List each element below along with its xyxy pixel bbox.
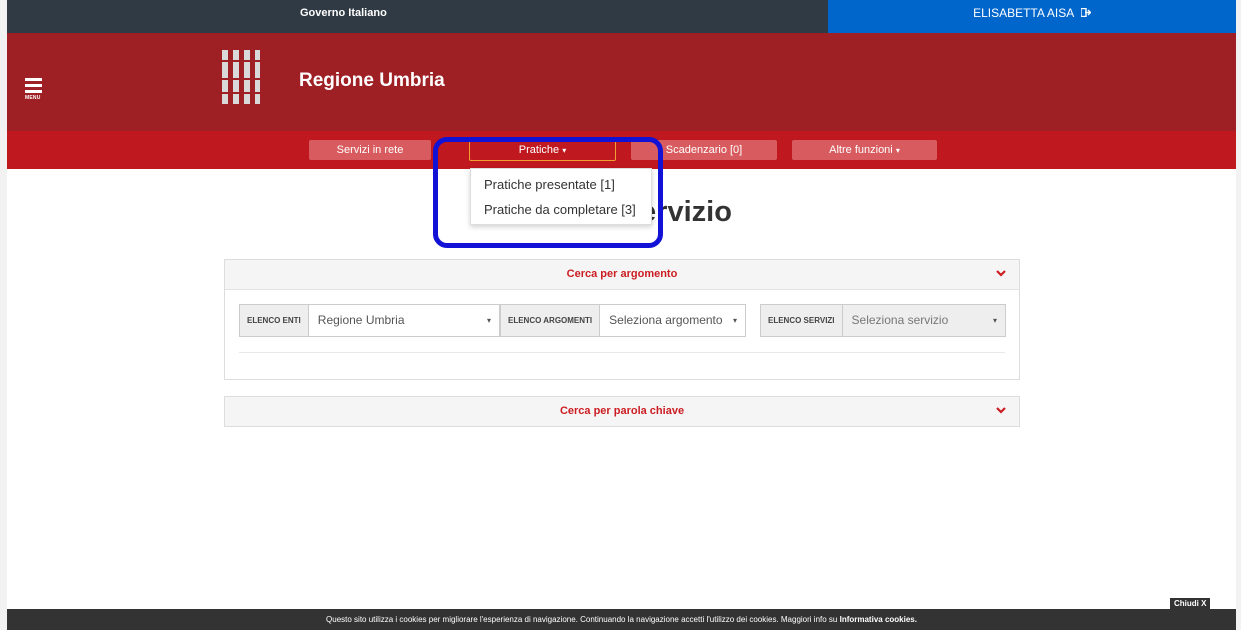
panel-title: Cerca per argomento xyxy=(566,268,678,280)
user-logout-button[interactable]: ELISABETTA AISA xyxy=(828,0,1236,33)
nav-servizi-in-rete[interactable]: Servizi in rete xyxy=(309,140,431,160)
select-label: ELENCO ARGOMENTI xyxy=(501,305,601,336)
hamburger-icon-bar xyxy=(25,90,42,93)
select-value[interactable]: Regione Umbria ▾ xyxy=(309,305,499,336)
divider xyxy=(239,352,1005,353)
menu-button[interactable]: MENU xyxy=(25,78,47,101)
sign-out-icon xyxy=(1080,1,1092,27)
hamburger-icon-bar xyxy=(25,84,42,87)
filters-row: ELENCO ENTI Regione Umbria ▾ ELENCO ARGO… xyxy=(225,290,1019,380)
menu-label: MENU xyxy=(25,95,41,101)
elenco-enti-select[interactable]: ELENCO ENTI Regione Umbria ▾ xyxy=(239,304,500,337)
selected-value: Regione Umbria xyxy=(317,313,405,327)
select-value[interactable]: Seleziona argomento ▾ xyxy=(600,305,745,336)
nav-label: Servizi in rete xyxy=(336,144,404,156)
page: Governo Italiano ELISABETTA AISA MENU Re… xyxy=(7,0,1236,630)
panel-title: Cerca per parola chiave xyxy=(559,405,685,417)
dropdown-arrow-icon: ▾ xyxy=(732,316,737,325)
elenco-servizi-select[interactable]: ELENCO SERVIZI Seleziona servizio ▾ xyxy=(760,304,1006,337)
caret-down-icon: ▾ xyxy=(895,146,900,155)
header: MENU Regione Umbria xyxy=(7,33,1236,131)
select-value[interactable]: Seleziona servizio ▾ xyxy=(842,305,1005,336)
panel-cerca-per-parola-chiave: Cerca per parola chiave xyxy=(224,396,1020,427)
main-nav: Servizi in rete Pratiche ▾ Scadenzario [… xyxy=(7,131,1236,169)
nav-label: Altre funzioni xyxy=(829,144,893,156)
governo-italiano-link[interactable]: Governo Italiano xyxy=(300,0,387,26)
chevron-down-icon xyxy=(996,260,1006,289)
selected-value: Seleziona servizio xyxy=(851,313,949,327)
chevron-down-icon xyxy=(996,397,1006,426)
panel-header[interactable]: Cerca per argomento xyxy=(225,260,1019,290)
panel-header[interactable]: Cerca per parola chiave xyxy=(225,397,1019,426)
left-margin xyxy=(0,0,7,630)
site-title[interactable]: Regione Umbria xyxy=(299,70,445,92)
dropdown-arrow-icon: ▾ xyxy=(992,316,997,325)
hamburger-icon xyxy=(25,78,42,81)
menu-item-pratiche-da-completare[interactable]: Pratiche da completare [3] xyxy=(471,197,651,222)
cookie-banner: Questo sito utilizza i cookies per migli… xyxy=(7,609,1236,630)
elenco-argomenti-select[interactable]: ELENCO ARGOMENTI Seleziona argomento ▾ xyxy=(500,304,746,337)
panel-cerca-per-argomento: Cerca per argomento ELENCO ENTI Regione … xyxy=(224,259,1020,380)
pratiche-dropdown-menu: Pratiche presentate [1] Pratiche da comp… xyxy=(470,168,652,225)
cookie-text: Questo sito utilizza i cookies per migli… xyxy=(326,615,840,624)
select-label: ELENCO SERVIZI xyxy=(761,305,843,336)
select-label: ELENCO ENTI xyxy=(240,305,309,336)
dropdown-arrow-icon: ▾ xyxy=(486,316,491,325)
user-name: ELISABETTA AISA xyxy=(973,6,1074,20)
cookie-close-button[interactable]: Chiudi X xyxy=(1170,598,1211,609)
regione-umbria-logo xyxy=(222,50,260,104)
nav-label: Scadenzario [0] xyxy=(665,144,743,156)
top-strip: Governo Italiano ELISABETTA AISA xyxy=(7,0,1236,33)
nav-scadenzario[interactable]: Scadenzario [0] xyxy=(631,140,777,160)
right-margin xyxy=(1236,0,1241,630)
menu-item-pratiche-presentate[interactable]: Pratiche presentate [1] xyxy=(471,172,651,197)
nav-altre-funzioni[interactable]: Altre funzioni ▾ xyxy=(792,140,937,160)
cookie-policy-link[interactable]: Informativa cookies. xyxy=(840,615,917,624)
nav-pratiche[interactable]: Pratiche ▾ xyxy=(469,140,616,161)
nav-label: Pratiche xyxy=(518,144,560,156)
caret-down-icon: ▾ xyxy=(562,146,567,155)
selected-value: Seleziona argomento xyxy=(609,313,723,327)
